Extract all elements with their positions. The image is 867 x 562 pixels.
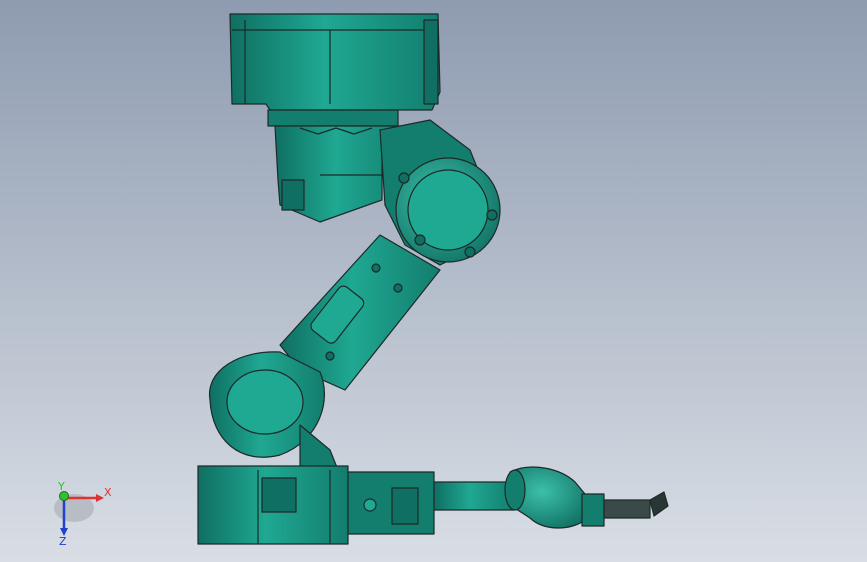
triad-x-label: X bbox=[104, 486, 112, 499]
viewport-canvas[interactable]: X Y Z bbox=[0, 0, 867, 562]
triad-z-label: Z bbox=[59, 535, 67, 548]
forearm-motor-housing[interactable] bbox=[197, 465, 435, 545]
forearm-tube[interactable] bbox=[433, 481, 515, 511]
cad-viewport[interactable]: X Y Z bbox=[0, 0, 867, 562]
triad-y-label: Y bbox=[57, 480, 65, 493]
